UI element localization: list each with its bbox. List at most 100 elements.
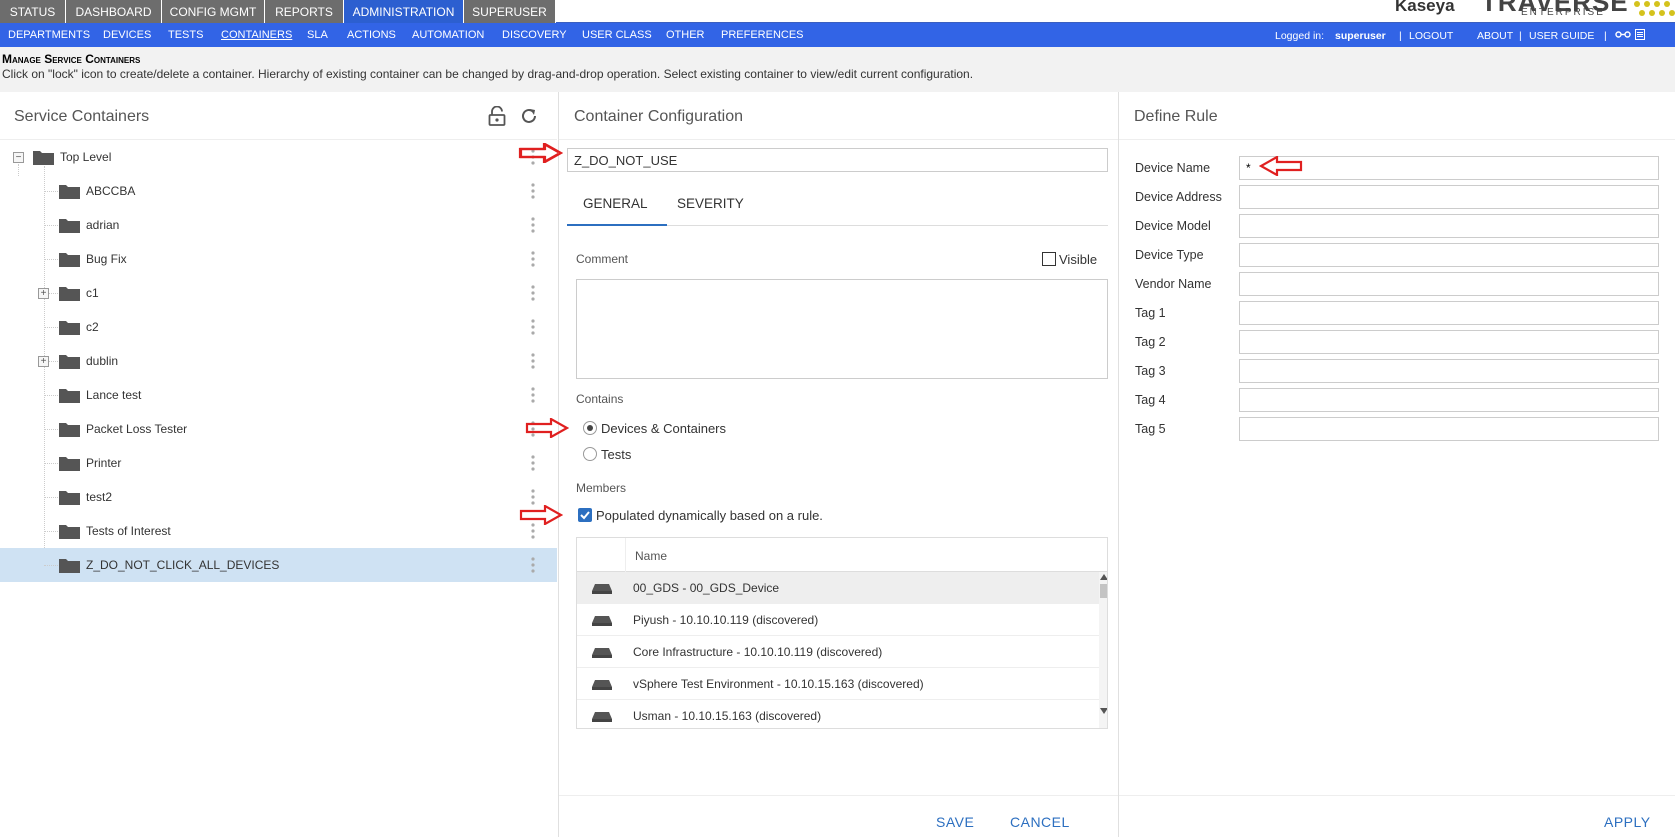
tab-severity[interactable]: SEVERITY xyxy=(667,182,777,226)
subnav-other[interactable]: OTHER xyxy=(666,23,705,47)
radio-tests[interactable] xyxy=(583,447,597,461)
rule-field-input[interactable] xyxy=(1239,359,1659,383)
member-row[interactable]: vSphere Test Environment - 10.10.15.163 … xyxy=(577,668,1101,700)
device-icon xyxy=(592,616,612,626)
subnav-actions[interactable]: ACTIONS xyxy=(347,23,396,47)
rule-field-input[interactable] xyxy=(1239,417,1659,441)
tree-item[interactable]: test2 xyxy=(0,480,557,514)
comment-textarea[interactable] xyxy=(576,279,1108,379)
tree-item-label: dublin xyxy=(86,354,119,368)
tree-item[interactable]: + dublin xyxy=(0,344,557,378)
subnav-containers[interactable]: CONTAINERS xyxy=(221,23,292,47)
rule-field-input[interactable] xyxy=(1239,330,1659,354)
folder-icon xyxy=(59,321,80,335)
more-options-icon[interactable] xyxy=(531,557,535,573)
tree-item[interactable]: Tests of Interest xyxy=(0,514,557,548)
about-link[interactable]: ABOUT xyxy=(1477,26,1513,46)
more-options-icon[interactable] xyxy=(531,217,535,233)
expand-icon[interactable]: + xyxy=(38,356,49,367)
tab-superuser[interactable]: SUPERUSER xyxy=(464,0,556,23)
link-icon[interactable] xyxy=(1615,30,1631,39)
expand-icon[interactable]: + xyxy=(38,288,49,299)
more-options-icon[interactable] xyxy=(531,251,535,267)
panel-title: Service Containers xyxy=(14,108,150,125)
member-row[interactable]: 00_GDS - 00_GDS_Device xyxy=(577,572,1101,604)
dynamic-checkbox[interactable] xyxy=(578,508,592,522)
member-row[interactable]: Usman - 10.10.15.163 (discovered) xyxy=(577,700,1101,728)
rule-field-input[interactable] xyxy=(1239,272,1659,296)
rule-field-input[interactable] xyxy=(1239,388,1659,412)
tree-item[interactable]: Printer xyxy=(0,446,557,480)
tree-root-label: Top Level xyxy=(60,150,112,164)
tree-item[interactable]: Lance test xyxy=(0,378,557,412)
tab-dashboard[interactable]: DASHBOARD xyxy=(66,0,162,23)
tab-reports[interactable]: REPORTS xyxy=(265,0,344,23)
rule-field-input[interactable] xyxy=(1239,243,1659,267)
subnav-sla[interactable]: SLA xyxy=(307,23,328,47)
more-options-icon[interactable] xyxy=(531,285,535,301)
tree-item[interactable]: adrian xyxy=(0,208,557,242)
tree-item[interactable]: ABCCBA xyxy=(0,174,557,208)
service-containers-panel: Service Containers − Top Level ABCCBA adr… xyxy=(0,92,562,837)
subnav-preferences[interactable]: PREFERENCES xyxy=(721,23,804,47)
members-grid: Name 00_GDS - 00_GDS_Device Piyush - 10.1… xyxy=(576,537,1108,729)
annotation-arrow-icon xyxy=(519,143,563,163)
device-icon xyxy=(592,680,612,690)
tab-config-mgmt[interactable]: CONFIG MGMT xyxy=(162,0,265,23)
more-options-icon[interactable] xyxy=(531,489,535,505)
more-options-icon[interactable] xyxy=(531,183,535,199)
logout-link[interactable]: LOGOUT xyxy=(1409,26,1453,46)
scroll-down-icon[interactable] xyxy=(1100,708,1108,714)
tree-item[interactable]: + c1 xyxy=(0,276,557,310)
rule-field-input[interactable] xyxy=(1239,301,1659,325)
grid-scrollbar[interactable] xyxy=(1099,572,1108,728)
menu-icon[interactable] xyxy=(1635,29,1645,40)
panel-title: Define Rule xyxy=(1134,108,1218,125)
tab-administration[interactable]: ADMINISTRATION xyxy=(344,0,464,23)
rule-field-label: Device Model xyxy=(1135,219,1211,233)
lock-icon[interactable] xyxy=(488,106,506,126)
visible-checkbox[interactable] xyxy=(1042,252,1056,266)
dynamic-label: Populated dynamically based on a rule. xyxy=(596,508,823,523)
tree-item[interactable]: Z_DO_NOT_CLICK_ALL_DEVICES xyxy=(0,548,557,582)
scroll-up-icon[interactable] xyxy=(1100,574,1108,580)
tree-item-label: Z_DO_NOT_CLICK_ALL_DEVICES xyxy=(86,558,280,572)
cancel-button[interactable]: CANCEL xyxy=(1010,814,1070,830)
tree-root[interactable]: − Top Level xyxy=(0,140,557,174)
rule-field-input[interactable] xyxy=(1239,185,1659,209)
more-options-icon[interactable] xyxy=(531,387,535,403)
container-configuration-panel: Container Configuration GENERAL SEVERITY… xyxy=(519,92,1118,837)
member-row[interactable]: Core Infrastructure - 10.10.10.119 (disc… xyxy=(577,636,1101,668)
apply-button[interactable]: APPLY xyxy=(1604,814,1651,830)
member-row[interactable]: Piyush - 10.10.10.119 (discovered) xyxy=(577,604,1101,636)
annotation-arrow-icon xyxy=(519,505,563,525)
container-tree: − Top Level ABCCBA adrian Bug Fix + c1 c2 + dub… xyxy=(0,140,557,700)
more-options-icon[interactable] xyxy=(531,455,535,471)
subnav-user-class[interactable]: USER CLASS xyxy=(582,23,652,47)
rule-field-input[interactable] xyxy=(1239,214,1659,238)
folder-icon xyxy=(59,559,80,573)
tree-item[interactable]: Bug Fix xyxy=(0,242,557,276)
more-options-icon[interactable] xyxy=(531,523,535,539)
subnav-devices[interactable]: DEVICES xyxy=(103,23,151,47)
more-options-icon[interactable] xyxy=(531,353,535,369)
more-options-icon[interactable] xyxy=(531,319,535,335)
collapse-icon[interactable]: − xyxy=(13,152,24,163)
subnav-discovery[interactable]: DISCOVERY xyxy=(502,23,567,47)
folder-icon xyxy=(59,219,80,233)
radio-devices-containers[interactable] xyxy=(583,421,597,435)
refresh-icon[interactable] xyxy=(520,107,538,125)
subnav-tests[interactable]: TESTS xyxy=(168,23,203,47)
tab-general[interactable]: GENERAL xyxy=(567,182,667,226)
subnav-departments[interactable]: DEPARTMENTS xyxy=(8,23,90,47)
rule-field-label: Tag 2 xyxy=(1135,335,1166,349)
page-title: Manage Service Containers xyxy=(2,52,141,66)
container-name-input[interactable] xyxy=(567,148,1108,172)
tree-item[interactable]: Packet Loss Tester xyxy=(0,412,557,446)
user-guide-link[interactable]: USER GUIDE xyxy=(1529,26,1594,46)
subnav-automation[interactable]: AUTOMATION xyxy=(412,23,484,47)
save-button[interactable]: SAVE xyxy=(936,814,974,830)
tree-item[interactable]: c2 xyxy=(0,310,557,344)
tab-status[interactable]: STATUS xyxy=(0,0,66,23)
grid-header-name[interactable]: Name xyxy=(635,549,667,563)
